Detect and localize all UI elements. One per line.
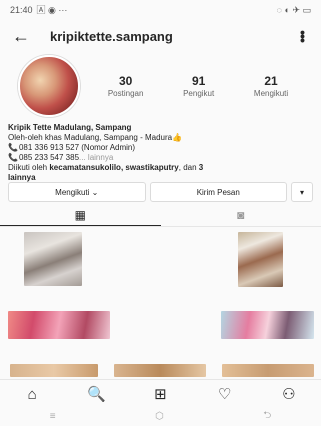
home-system-icon[interactable]: ⬡ xyxy=(155,411,164,422)
suggestions-dropdown-button[interactable]: ▾ xyxy=(291,182,313,202)
post-thumbnail[interactable] xyxy=(10,364,98,377)
phone-icon: 📞 xyxy=(8,143,18,152)
stat-value: 91 xyxy=(191,74,206,88)
grid-tab[interactable]: ▦ xyxy=(0,204,161,226)
stat-label: Pengikut xyxy=(183,89,215,98)
bottom-nav: ⌂ 🔍 ⊞ ♡ ⚇ xyxy=(0,379,321,408)
notification-icons: 🄰 ◉ ··· xyxy=(36,4,68,15)
post-thumbnail[interactable] xyxy=(221,311,314,339)
profile-header: 30 Postingan 91 Pengikut 21 Mengikuti xyxy=(18,55,308,117)
bio-name: Kripik Tette Madulang, Sampang xyxy=(8,123,132,132)
phone-icon: 📞 xyxy=(8,153,18,162)
followed-prefix: Diikuti oleh xyxy=(8,163,50,172)
status-right: ◌ ◐ ✈ ▭ xyxy=(276,4,311,15)
profile-bio: Kripik Tette Madulang, Sampang Oleh-oleh… xyxy=(8,123,313,183)
profile-username: kripiktette.sampang xyxy=(50,28,173,44)
followed-sep: , dan xyxy=(178,163,199,172)
add-post-icon[interactable]: ⊞ xyxy=(146,385,174,403)
followed-names: kecamatansukolilo, swastikaputry xyxy=(49,163,179,172)
system-status-icons: ◌ ◐ ✈ ▭ xyxy=(276,4,311,15)
following-button[interactable]: Mengikuti ⌄ xyxy=(8,182,146,202)
followed-suffix: lainnya xyxy=(8,173,36,182)
send-message-button[interactable]: Kirim Pesan xyxy=(149,182,287,202)
followed-count: 3 xyxy=(198,163,204,172)
back-system-icon[interactable]: ⮌ xyxy=(263,408,271,425)
stat-value: 30 xyxy=(118,74,133,88)
followed-by[interactable]: Diikuti oleh kecamatansukolilo, swastika… xyxy=(8,163,313,183)
bio-phone-2: 📞085 233 547 385... lainnya xyxy=(8,153,313,163)
avatar[interactable] xyxy=(18,55,80,117)
back-arrow-icon[interactable]: ← xyxy=(12,27,38,45)
bio-more-link[interactable]: ... lainnya xyxy=(79,153,113,162)
post-thumbnail[interactable] xyxy=(222,364,314,377)
stat-value: 21 xyxy=(264,74,278,88)
profile-tabs: ▦ ◙ xyxy=(0,204,321,227)
post-thumbnail[interactable] xyxy=(238,232,283,287)
stat-label: Postingan xyxy=(107,89,144,98)
system-nav: ≡ ⬡ ⮌ xyxy=(0,407,321,426)
posts-grid xyxy=(0,227,321,377)
post-thumbnail[interactable] xyxy=(8,311,110,339)
bio-line: Oleh-oleh khas Madulang, Sampang - Madur… xyxy=(8,133,183,142)
profile-actions: Mengikuti ⌄ Kirim Pesan ▾ xyxy=(8,182,313,202)
stat-posts[interactable]: 30 Postingan xyxy=(108,74,144,98)
post-thumbnail[interactable] xyxy=(24,232,82,286)
tagged-tab[interactable]: ◙ xyxy=(161,204,321,226)
tagged-photos-icon: ◙ xyxy=(237,208,245,222)
phone-number: 081 336 913 527 (Nomor Admin) xyxy=(18,143,136,152)
stat-following[interactable]: 21 Mengikuti xyxy=(254,74,288,98)
grid-icon: ▦ xyxy=(74,207,86,222)
home-icon[interactable]: ⌂ xyxy=(18,386,46,403)
phone-number: 085 233 547 385 xyxy=(18,153,80,162)
stat-label: Mengikuti xyxy=(253,89,289,98)
status-bar: 21:40 🄰 ◉ ··· ◌ ◐ ✈ ▭ xyxy=(0,0,321,20)
more-options-icon[interactable]: ••• xyxy=(295,30,311,42)
status-left: 21:40 🄰 ◉ ··· xyxy=(10,5,67,15)
stat-followers[interactable]: 91 Pengikut xyxy=(183,74,214,98)
profile-stats: 30 Postingan 91 Pengikut 21 Mengikuti xyxy=(88,74,308,98)
recent-apps-icon[interactable]: ≡ xyxy=(50,411,56,422)
bio-phone-1: 📞081 336 913 527 (Nomor Admin) xyxy=(8,143,313,153)
top-bar: ← kripiktette.sampang ••• xyxy=(0,22,321,50)
activity-heart-icon[interactable]: ♡ xyxy=(211,385,239,403)
profile-icon[interactable]: ⚇ xyxy=(275,385,303,403)
post-thumbnail[interactable] xyxy=(114,364,206,377)
status-time: 21:40 xyxy=(10,5,33,15)
search-icon[interactable]: 🔍 xyxy=(82,385,110,403)
